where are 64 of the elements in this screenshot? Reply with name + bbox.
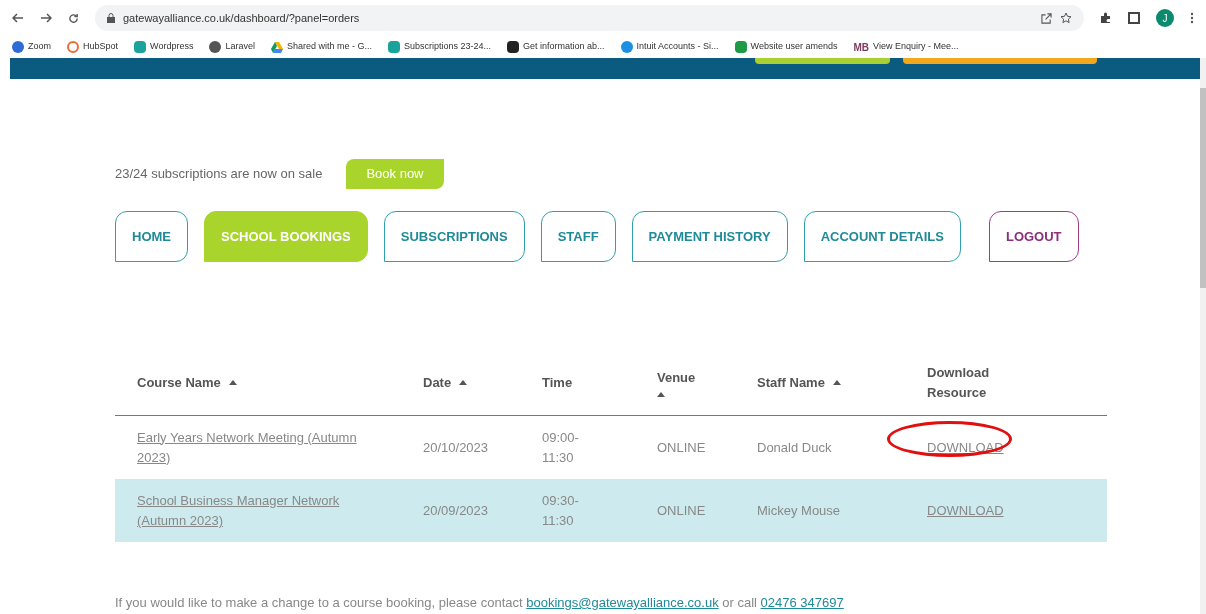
- column-header[interactable]: Date: [423, 372, 452, 393]
- bookmark-link[interactable]: HubSpot: [83, 40, 119, 54]
- bookmark-link[interactable]: Zoom: [28, 40, 51, 54]
- nav-tab[interactable]: PAYMENT HISTORY: [631, 211, 788, 262]
- nav-tab[interactable]: LOGOUT: [988, 211, 1079, 262]
- column-header[interactable]: Course Name: [137, 372, 221, 393]
- bookmark-icon: [12, 41, 24, 53]
- column-header: Download Resource: [927, 363, 991, 402]
- sort-icon[interactable]: [657, 391, 665, 397]
- promo-text: 23/24 subscriptions are now on sale: [115, 165, 323, 184]
- bookmark-link[interactable]: View Enquiry - Mee...: [873, 40, 959, 54]
- email-link[interactable]: bookings@gatewayalliance.co.uk: [526, 595, 719, 610]
- bookmark-link[interactable]: Wordpress: [150, 40, 194, 54]
- course-link[interactable]: Early Years Network Meeting (Autumn 2023): [137, 427, 387, 468]
- lock-icon: [107, 13, 115, 23]
- bookmark-link[interactable]: Shared with me - G...: [286, 40, 372, 54]
- phone-link[interactable]: 02476 347697: [760, 595, 844, 610]
- column-header[interactable]: Staff Name: [757, 372, 825, 393]
- staff-cell: Donald Duck: [757, 439, 832, 455]
- bookmark-link[interactable]: Get information ab...: [523, 40, 605, 54]
- reload-icon[interactable]: [68, 12, 79, 24]
- bookmark-link[interactable]: Website user amends: [750, 40, 838, 54]
- bookmark-link[interactable]: Subscriptions 23-24...: [403, 40, 491, 54]
- bookmark-link[interactable]: Intuit Accounts - Si...: [636, 40, 719, 54]
- forward-icon[interactable]: [40, 13, 52, 23]
- menu-icon[interactable]: [1190, 12, 1194, 24]
- time-cell-text: 09:00-11:30: [542, 428, 580, 467]
- column-header[interactable]: Venue: [657, 368, 696, 388]
- time-cell-text: 09:30-11:30: [542, 491, 580, 530]
- date-cell: 20/10/2023: [423, 439, 489, 455]
- bookmark-icon: [734, 41, 747, 53]
- footer-text: If you would like to make a change to a course booking, please contact: [115, 595, 524, 610]
- venue-cell: ONLINE: [657, 502, 706, 518]
- share-icon[interactable]: [1041, 12, 1052, 24]
- back-icon[interactable]: [12, 13, 24, 23]
- bookmark-icon: [209, 41, 222, 53]
- puzzle-icon[interactable]: [1100, 12, 1112, 24]
- side-panel-icon[interactable]: [1128, 12, 1140, 24]
- bookmark-link[interactable]: Laravel: [225, 40, 255, 54]
- star-icon[interactable]: [1060, 12, 1072, 24]
- scrollbar[interactable]: [1200, 58, 1206, 614]
- date-cell: 20/09/2023: [423, 502, 489, 518]
- bookmark-logo: MB: [853, 40, 870, 55]
- profile-avatar[interactable]: J: [1156, 9, 1174, 27]
- venue-cell: ONLINE: [657, 439, 706, 455]
- sort-icon[interactable]: [832, 380, 841, 385]
- column-header: Time: [542, 373, 573, 392]
- url-text: gatewayalliance.co.uk/dashboard/?panel=orders: [123, 10, 360, 26]
- staff-cell: Mickey Mouse: [757, 502, 841, 518]
- sort-icon[interactable]: [228, 380, 237, 385]
- sort-icon[interactable]: [459, 380, 468, 385]
- nav-tab[interactable]: ACCOUNT DETAILS: [803, 211, 961, 262]
- bookmark-icon: [67, 41, 79, 53]
- download-link[interactable]: DOWNLOAD: [927, 439, 1004, 455]
- bookmark-icon: [507, 41, 519, 53]
- address-bar[interactable]: gatewayalliance.co.uk/dashboard/?panel=orders: [95, 5, 1084, 31]
- bookmark-icon: [134, 41, 147, 53]
- nav-tab[interactable]: HOME: [115, 211, 188, 262]
- bookmark-icon: [270, 41, 283, 53]
- bookmark-icon: [387, 41, 400, 53]
- footer-text: or call: [721, 595, 758, 610]
- nav-tab[interactable]: SUBSCRIPTIONS: [383, 211, 525, 262]
- bookmark-icon: [620, 41, 633, 53]
- nav-tab[interactable]: STAFF: [540, 211, 616, 262]
